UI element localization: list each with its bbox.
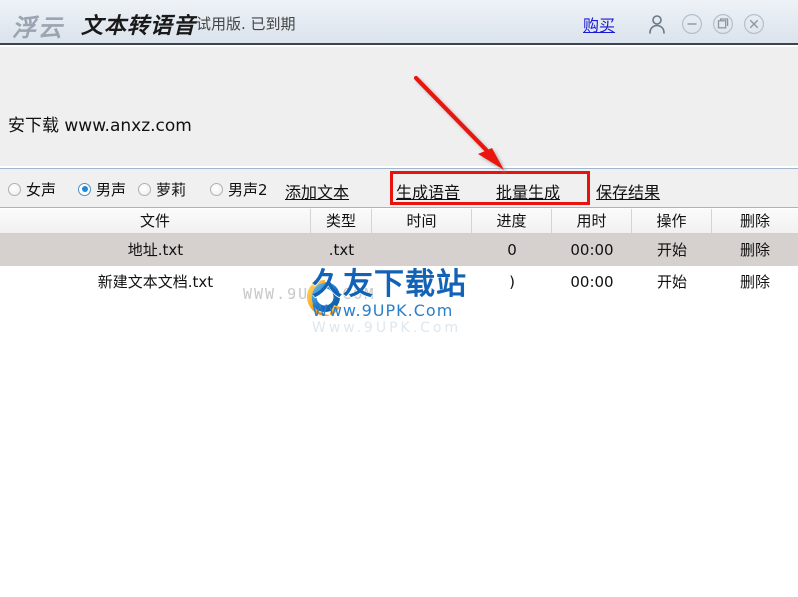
batch-generate-button[interactable]: 批量生成 [496, 179, 560, 203]
cell-progress: ) [509, 273, 515, 291]
cell-start-button[interactable]: 开始 [632, 266, 712, 298]
restore-icon[interactable] [712, 13, 734, 35]
banner-area: 安下载 www.anxz.com [0, 47, 798, 166]
buy-link[interactable]: 购买 [583, 12, 615, 36]
cell-type [311, 266, 372, 298]
cell-time [372, 266, 472, 298]
radio-indicator[interactable] [210, 182, 223, 196]
logo-brand-url-shadow: Www.9UPK.Com [312, 320, 462, 336]
minimize-icon[interactable] [681, 13, 703, 35]
cell-start-button[interactable]: 开始 [632, 234, 712, 266]
brand-logo-text: 浮云 [12, 14, 64, 42]
radio-label: 男声 [96, 180, 127, 199]
radio-label: 萝莉 [156, 180, 187, 199]
radio-voice-male[interactable]: 男声 [78, 180, 127, 199]
cell-time [372, 234, 472, 266]
cell-file: 新建文本文档.txt [97, 273, 214, 291]
user-icon[interactable] [646, 13, 668, 35]
close-icon[interactable] [743, 13, 765, 35]
title-bar: 浮云 文本转语音 试用版. 已到期 购买 [0, 0, 798, 45]
cell-elapsed: 00:00 [570, 241, 614, 259]
page-title: 文本转语音 [81, 14, 197, 39]
table-row[interactable]: 地址.txt .txt 0 00:00 开始 删除 [0, 234, 798, 266]
table-row[interactable]: 新建文本文档.txt ) 00:00 开始 删除 [0, 266, 798, 298]
radio-voice-male2[interactable]: 男声2 [210, 180, 268, 199]
radio-voice-loli[interactable]: 萝莉 [138, 180, 187, 199]
cell-elapsed: 00:00 [570, 273, 614, 291]
column-header-type[interactable]: 类型 [311, 209, 372, 233]
radio-indicator[interactable] [138, 182, 151, 196]
column-header-time[interactable]: 时间 [372, 209, 472, 233]
toolbar: 女声 男声 萝莉 男声2 添加文本 生成语音 批量生成 保存结果 [0, 168, 798, 208]
cell-delete-button[interactable]: 删除 [712, 234, 798, 266]
file-list-table: 文件 类型 时间 进度 用时 操作 删除 地址.txt .txt 0 00:00… [0, 209, 798, 298]
site-watermark: 安下载 www.anxz.com [8, 116, 192, 136]
column-header-elapsed[interactable]: 用时 [552, 209, 632, 233]
column-header-file[interactable]: 文件 [0, 209, 311, 233]
table-header-row: 文件 类型 时间 进度 用时 操作 删除 [0, 209, 798, 234]
save-result-button[interactable]: 保存结果 [596, 179, 660, 203]
generate-speech-button[interactable]: 生成语音 [396, 179, 460, 203]
radio-label: 女声 [26, 180, 57, 199]
radio-voice-female[interactable]: 女声 [8, 180, 57, 199]
cell-progress: 0 [507, 241, 517, 259]
add-text-button[interactable]: 添加文本 [285, 179, 349, 203]
column-header-progress[interactable]: 进度 [472, 209, 552, 233]
logo-brand-url: Www.9UPK.Com [312, 301, 454, 320]
application-window: 浮云 文本转语音 试用版. 已到期 购买 安下载 www.anxz.com 女声… [0, 0, 798, 597]
radio-indicator-selected[interactable] [78, 182, 91, 196]
radio-indicator[interactable] [8, 182, 21, 196]
radio-label: 男声2 [228, 180, 268, 199]
cell-type: .txt [328, 241, 355, 259]
cell-file: 地址.txt [127, 241, 184, 259]
trial-status-label: 试用版. 已到期 [196, 15, 296, 33]
column-header-operation[interactable]: 操作 [632, 209, 712, 233]
cell-delete-button[interactable]: 删除 [712, 266, 798, 298]
column-header-delete[interactable]: 删除 [712, 209, 798, 233]
